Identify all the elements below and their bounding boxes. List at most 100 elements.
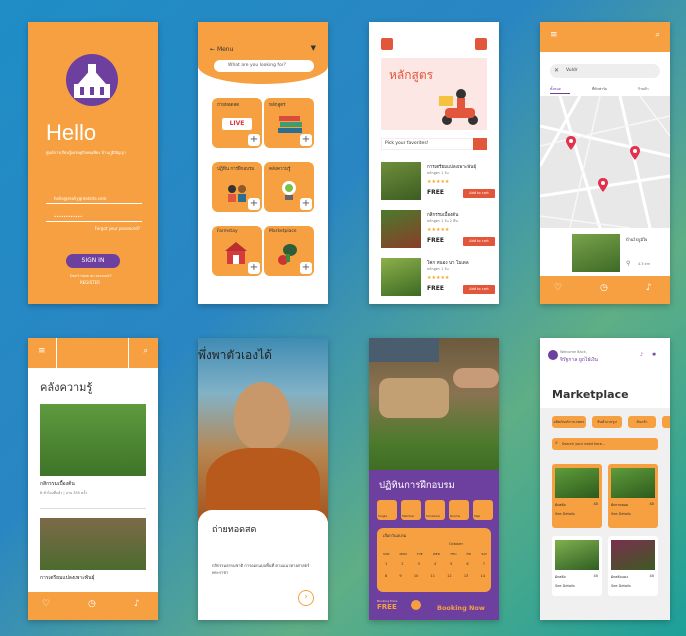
plus-icon[interactable]: + — [300, 262, 312, 274]
article-title[interactable]: การเตรียมแปลงเพาะพันธุ์ — [40, 574, 95, 582]
clock-icon[interactable]: ◷ — [600, 283, 608, 293]
calendar-title: เลือกวันอบรม — [383, 533, 407, 538]
course-price: FREE — [427, 189, 444, 196]
gear-icon[interactable]: ✱ — [652, 352, 656, 358]
see-details-link[interactable]: See Details — [611, 512, 631, 516]
place-title: บ้านไร่ภูมิใจ — [626, 237, 648, 242]
map-search-input[interactable]: Vuldr — [550, 64, 660, 78]
favorites-search-input[interactable]: Pick your favorites! — [381, 138, 487, 150]
market-search-input[interactable]: Search your need here... — [552, 438, 658, 450]
tile-label: Farmstay — [217, 229, 238, 234]
search-icon[interactable]: ⌕ — [656, 30, 660, 40]
product-card[interactable]: ผักสลัด 40 See Details — [552, 536, 602, 596]
product-image — [611, 468, 655, 498]
cart-icon[interactable] — [475, 38, 487, 50]
search-icon[interactable]: ⌕ — [144, 346, 148, 356]
live-video[interactable] — [198, 338, 328, 528]
banner-text: พึ่งพาตัวเองได้ — [198, 348, 272, 362]
map-icon[interactable]: Map — [473, 500, 493, 520]
calendar[interactable]: เลือกวันอบรม October SUN MON TUE WED THU FRI S… — [377, 528, 491, 592]
bell-icon[interactable]: ♪ — [134, 599, 140, 609]
location-pin-icon[interactable] — [598, 178, 608, 192]
map-view[interactable] — [540, 96, 670, 228]
basket-figure — [369, 338, 439, 362]
tab-farmstay[interactable]: ที่พักฟาร์ม — [592, 86, 607, 92]
plus-icon[interactable]: + — [248, 262, 260, 274]
heart-icon[interactable]: ♡ — [554, 283, 562, 293]
hamburger-icon[interactable]: ≡ — [550, 30, 558, 40]
location-pin-icon[interactable] — [630, 146, 640, 160]
hamburger-icon[interactable]: ≡ — [38, 346, 46, 356]
tile-courses[interactable]: หลักสูตร + — [264, 98, 314, 148]
bell-icon[interactable]: ♪ — [646, 283, 652, 293]
single-icon[interactable]: Single — [377, 500, 397, 520]
map-screen: ≡ ⌕ Vuldr ✕ ทั้งหมด ที่พักฟาร์ม ร้านค้า — [540, 22, 670, 304]
tab-all[interactable]: ทั้งหมด — [550, 86, 561, 92]
avatar[interactable] — [548, 350, 558, 360]
forgot-password-link[interactable]: Forgot your password? — [95, 226, 140, 231]
live-description: กสิกรรมธรรมชาติ การออกแบบพื้นที่ ตามแนวท… — [212, 563, 310, 575]
knowledge-title: คลังความรู้ — [40, 381, 93, 394]
product-card[interactable]: ผักสลัดแดง 40 See Details — [608, 536, 658, 596]
chevron-right-icon[interactable]: › — [298, 590, 314, 606]
see-details-link[interactable]: See Details — [611, 584, 631, 588]
booking-now-button[interactable]: Booking Now — [437, 604, 485, 612]
filter-icon[interactable]: ▼ — [311, 44, 316, 52]
marketplace-screen: Welcome Back, จิรัฐกาล ยูถไธ๋เงิน ♪ ✱ Ma… — [540, 338, 670, 620]
article-image[interactable] — [40, 404, 146, 476]
see-details-link[interactable]: See Details — [555, 512, 575, 516]
course-price: FREE — [427, 285, 444, 292]
bell-icon[interactable]: ♪ — [640, 352, 643, 358]
bottom-nav: ♡ ◷ ♪ — [540, 276, 670, 304]
location-pin-icon[interactable] — [566, 136, 576, 150]
place-card[interactable]: บ้านไร่ภูมิใจ 4.5 km ⚲ — [540, 230, 670, 278]
member-icon[interactable]: Member — [401, 500, 421, 520]
add-to-cart-button[interactable]: Add to cart — [463, 237, 495, 246]
tile-farmstay[interactable]: Farmstay + — [212, 226, 262, 276]
add-to-cart-button[interactable]: Add to cart — [463, 285, 495, 294]
search-icon[interactable] — [473, 138, 487, 150]
product-card[interactable]: ผักสลัด 40 See Details — [552, 464, 602, 528]
clock-icon[interactable]: ◷ — [88, 599, 96, 609]
plus-icon[interactable]: + — [248, 198, 260, 210]
plus-icon[interactable]: + — [300, 198, 312, 210]
schedule-icon[interactable]: Schedule — [425, 500, 445, 520]
plus-icon[interactable]: + — [248, 134, 260, 146]
course-item[interactable]: กสิกรรมเบื้องต้น หลักสูตร 1 วัน 2 คืน ★★… — [381, 210, 495, 252]
category-chip[interactable]: สินค้าแปรรูป — [592, 416, 622, 428]
register-link[interactable]: REGISTER — [80, 280, 100, 285]
article-title[interactable]: กสิกรรมเบื้องต้น — [40, 480, 75, 488]
password-field[interactable]: •••••••••••• — [46, 214, 142, 222]
category-chip[interactable]: ผลิตภัณฑ์การเกษตร — [552, 416, 586, 428]
calendar-row[interactable]: 1234567 — [385, 562, 485, 566]
heart-icon[interactable]: ♡ — [42, 599, 50, 609]
see-details-link[interactable]: See Details — [555, 584, 575, 588]
category-chip[interactable]: ต้นกล้า — [628, 416, 656, 428]
article-meta: 8 ชั่วโมงที่แล้ว | อ่าน 355 ครั้ง — [40, 491, 87, 495]
tile-training[interactable]: ปฏิทิน การฝึกอบรม + — [212, 162, 262, 212]
article-image[interactable] — [40, 518, 146, 570]
course-item[interactable]: การเตรียมแปลงเพาะพันธุ์ หลักสูตร 1 วัน ★… — [381, 162, 495, 204]
course-item[interactable]: โคก หนอง นา โมเดล หลักสูตร 1 วัน ★★★★★ F… — [381, 258, 495, 300]
tile-knowledge[interactable]: คลังความรู้ + — [264, 162, 314, 212]
calendar-month[interactable]: October — [449, 542, 463, 546]
sign-in-button[interactable]: SIGN IN — [66, 254, 120, 268]
rooms-icon[interactable]: Rooms — [449, 500, 469, 520]
books-icon — [278, 116, 302, 134]
menu-search-input[interactable]: What are you looking for? — [214, 60, 314, 72]
email-field[interactable]: hello@reallygreatsite.com — [46, 196, 142, 204]
welcome-text: Welcome Back, — [560, 350, 587, 354]
category-chip[interactable] — [662, 416, 670, 428]
scooter-illustration-icon — [439, 86, 481, 126]
tile-live[interactable]: ถ่ายทอดสด LIVE + — [212, 98, 262, 148]
tile-marketplace[interactable]: Marketplace + — [264, 226, 314, 276]
hamburger-icon[interactable] — [381, 38, 393, 50]
add-to-cart-button[interactable]: Add to cart — [463, 189, 495, 198]
back-menu-link[interactable]: ← Menu — [210, 46, 233, 53]
close-icon[interactable]: ✕ — [554, 67, 559, 74]
plus-icon[interactable]: + — [300, 134, 312, 146]
tab-shops[interactable]: ร้านค้า — [638, 86, 649, 92]
marketplace-title: Marketplace — [552, 388, 629, 401]
calendar-row[interactable]: 8 9 10 11 12 13 14 — [385, 574, 485, 578]
product-card[interactable]: ผักกาดหอม 40 See Details — [608, 464, 658, 528]
